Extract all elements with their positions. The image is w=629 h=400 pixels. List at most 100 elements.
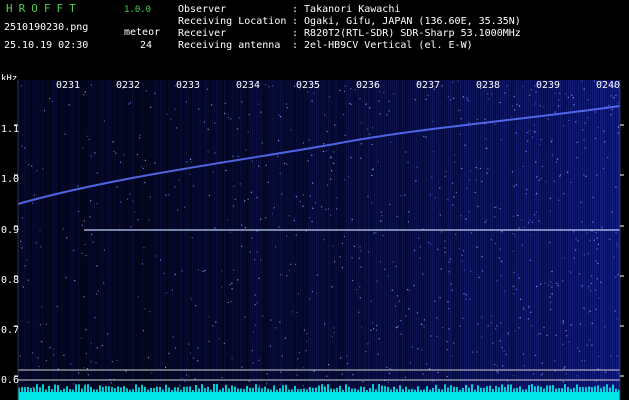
- noise-speck: [215, 321, 217, 323]
- noise-speck: [32, 386, 34, 388]
- noise-speck: [470, 170, 472, 172]
- noise-speck: [184, 380, 186, 383]
- date-time: 25.10.19 02:30: [4, 40, 89, 51]
- noise-speck: [303, 367, 305, 369]
- noise-speck: [518, 105, 520, 107]
- baseline-spike: [495, 385, 497, 392]
- noise-speck: [36, 170, 38, 172]
- noise-streak: [594, 80, 596, 392]
- noise-speck: [358, 311, 360, 313]
- noise-streak: [26, 80, 28, 392]
- noise-streak: [424, 80, 426, 392]
- baseline-spike: [294, 385, 296, 392]
- noise-speck: [446, 349, 448, 351]
- noise-streak: [180, 80, 182, 392]
- noise-streak: [426, 80, 428, 392]
- noise-speck: [221, 377, 223, 379]
- baseline-spike: [144, 386, 146, 392]
- noise-speck: [512, 215, 515, 217]
- baseline-spike: [111, 387, 113, 392]
- noise-speck: [302, 194, 305, 196]
- noise-speck: [616, 243, 618, 245]
- noise-speck: [616, 318, 618, 320]
- noise-streak: [46, 80, 48, 392]
- noise-speck: [536, 176, 538, 178]
- time-tick-label: 0234: [236, 80, 261, 91]
- baseline-spike: [321, 384, 323, 392]
- noise-speck: [567, 96, 569, 98]
- noise-streak: [420, 80, 422, 392]
- noise-streak: [314, 80, 316, 392]
- noise-speck: [541, 362, 543, 364]
- noise-speck: [578, 273, 581, 275]
- noise-speck: [221, 286, 223, 288]
- noise-streak: [176, 80, 178, 392]
- app-name: HROFFT: [6, 2, 82, 15]
- noise-speck: [604, 371, 607, 373]
- noise-speck: [432, 120, 434, 123]
- noise-speck: [141, 263, 143, 265]
- noise-speck: [500, 322, 502, 324]
- noise-streak: [608, 80, 610, 392]
- noise-speck: [582, 129, 584, 131]
- noise-speck: [594, 137, 597, 140]
- noise-speck: [408, 289, 411, 292]
- noise-speck: [574, 249, 577, 251]
- noise-speck: [407, 161, 409, 164]
- baseline-spike: [594, 386, 596, 392]
- noise-streak: [114, 80, 116, 392]
- noise-streak: [94, 80, 96, 392]
- baseline-spike: [225, 384, 227, 392]
- noise-speck: [261, 142, 263, 144]
- baseline-spike: [342, 389, 344, 392]
- noise-speck: [309, 195, 311, 197]
- noise-streak: [538, 80, 540, 392]
- noise-streak: [548, 80, 550, 392]
- noise-speck: [608, 104, 610, 106]
- noise-streak: [306, 80, 308, 392]
- noise-speck: [192, 357, 195, 359]
- noise-speck: [83, 296, 85, 298]
- noise-speck: [281, 355, 283, 357]
- baseline-spike: [534, 386, 536, 392]
- noise-speck: [190, 161, 192, 163]
- noise-streak: [550, 80, 552, 392]
- noise-speck: [270, 319, 272, 321]
- noise-streak: [494, 80, 496, 392]
- noise-speck: [22, 286, 24, 288]
- noise-speck: [95, 293, 98, 295]
- baseline-spike: [378, 384, 380, 392]
- noise-streak: [580, 80, 582, 392]
- baseline-spike: [501, 384, 503, 392]
- noise-streak: [476, 80, 478, 392]
- freq-tick-label: 0.7: [1, 325, 20, 336]
- noise-speck: [341, 267, 343, 269]
- noise-speck: [540, 139, 542, 141]
- noise-speck: [461, 254, 463, 256]
- noise-speck: [244, 316, 246, 318]
- noise-speck: [413, 284, 415, 287]
- noise-speck: [256, 251, 258, 253]
- noise-speck: [446, 375, 448, 378]
- baseline-spike: [522, 389, 524, 392]
- noise-speck: [178, 179, 180, 181]
- info-location-value: : Ogaki, Gifu, JAPAN (136.60E, 35.35N): [292, 16, 521, 27]
- noise-speck: [170, 118, 172, 120]
- noise-speck: [494, 363, 496, 366]
- noise-speck: [585, 175, 587, 177]
- noise-speck: [546, 334, 548, 336]
- noise-streak: [280, 80, 282, 392]
- noise-speck: [81, 224, 83, 226]
- noise-speck: [277, 140, 280, 142]
- noise-speck: [141, 165, 143, 168]
- baseline-spike: [228, 388, 230, 392]
- noise-speck: [559, 175, 561, 177]
- baseline-spike: [174, 387, 176, 392]
- noise-streak: [516, 80, 518, 392]
- baseline-spike: [597, 385, 599, 392]
- noise-speck: [207, 128, 209, 130]
- noise-streak: [34, 80, 36, 392]
- noise-speck: [191, 299, 193, 301]
- noise-speck: [539, 144, 541, 146]
- baseline-spike: [426, 386, 428, 392]
